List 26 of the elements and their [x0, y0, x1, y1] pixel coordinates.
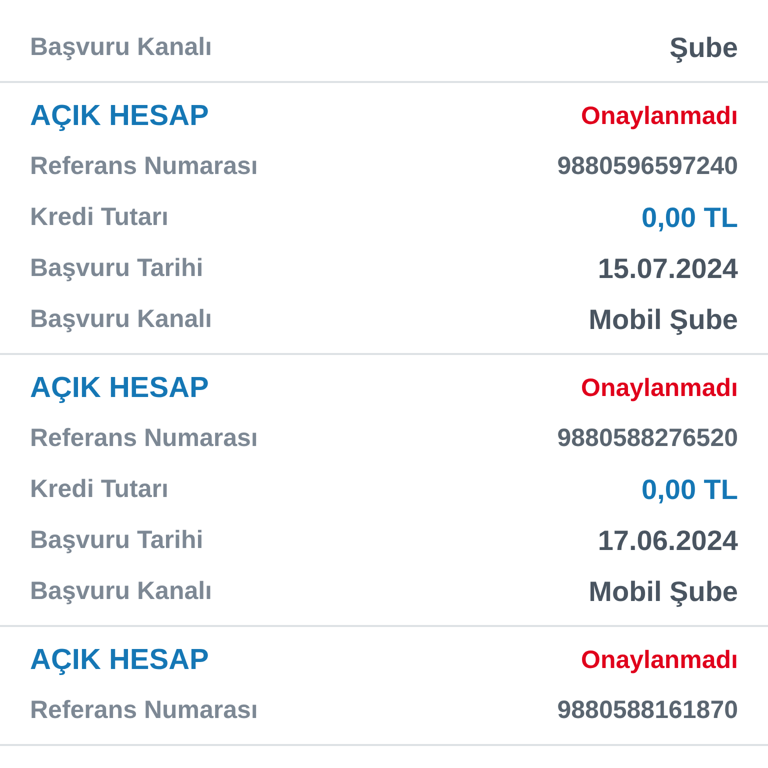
- field-value: 9880588276520: [557, 424, 738, 453]
- field-value: Mobil Şube: [588, 304, 738, 336]
- account-type: AÇIK HESAP: [30, 100, 209, 132]
- field-label: Başvuru Tarihi: [30, 254, 204, 283]
- field-value: 9880588161870: [557, 696, 738, 725]
- field-label: Başvuru Kanalı: [30, 305, 212, 334]
- field-label: Referans Numarası: [30, 152, 258, 181]
- field-value: 9880596597240: [557, 152, 738, 181]
- field-value: 15.07.2024: [598, 252, 738, 284]
- status-label: Onaylanmadı: [581, 102, 738, 130]
- field-value: Mobil Şube: [588, 576, 738, 608]
- field-value: 17.06.2024: [598, 524, 738, 556]
- status-label: Onaylanmadı: [581, 646, 738, 674]
- field-value: Şube: [670, 32, 738, 64]
- account-type: AÇIK HESAP: [30, 644, 209, 676]
- field-label: Başvuru Kanalı: [30, 577, 212, 606]
- field-value: 0,00 TL: [642, 474, 738, 506]
- field-label: Kredi Tutarı: [30, 475, 168, 504]
- field-label: Referans Numarası: [30, 696, 258, 725]
- field-label: Kredi Tutarı: [30, 203, 168, 232]
- field-label: Başvuru Tarihi: [30, 526, 204, 555]
- account-type: AÇIK HESAP: [30, 372, 209, 404]
- field-label: Başvuru Kanalı: [30, 33, 212, 62]
- status-label: Onaylanmadı: [581, 374, 738, 402]
- field-value: 0,00 TL: [642, 202, 738, 234]
- field-label: Referans Numarası: [30, 424, 258, 453]
